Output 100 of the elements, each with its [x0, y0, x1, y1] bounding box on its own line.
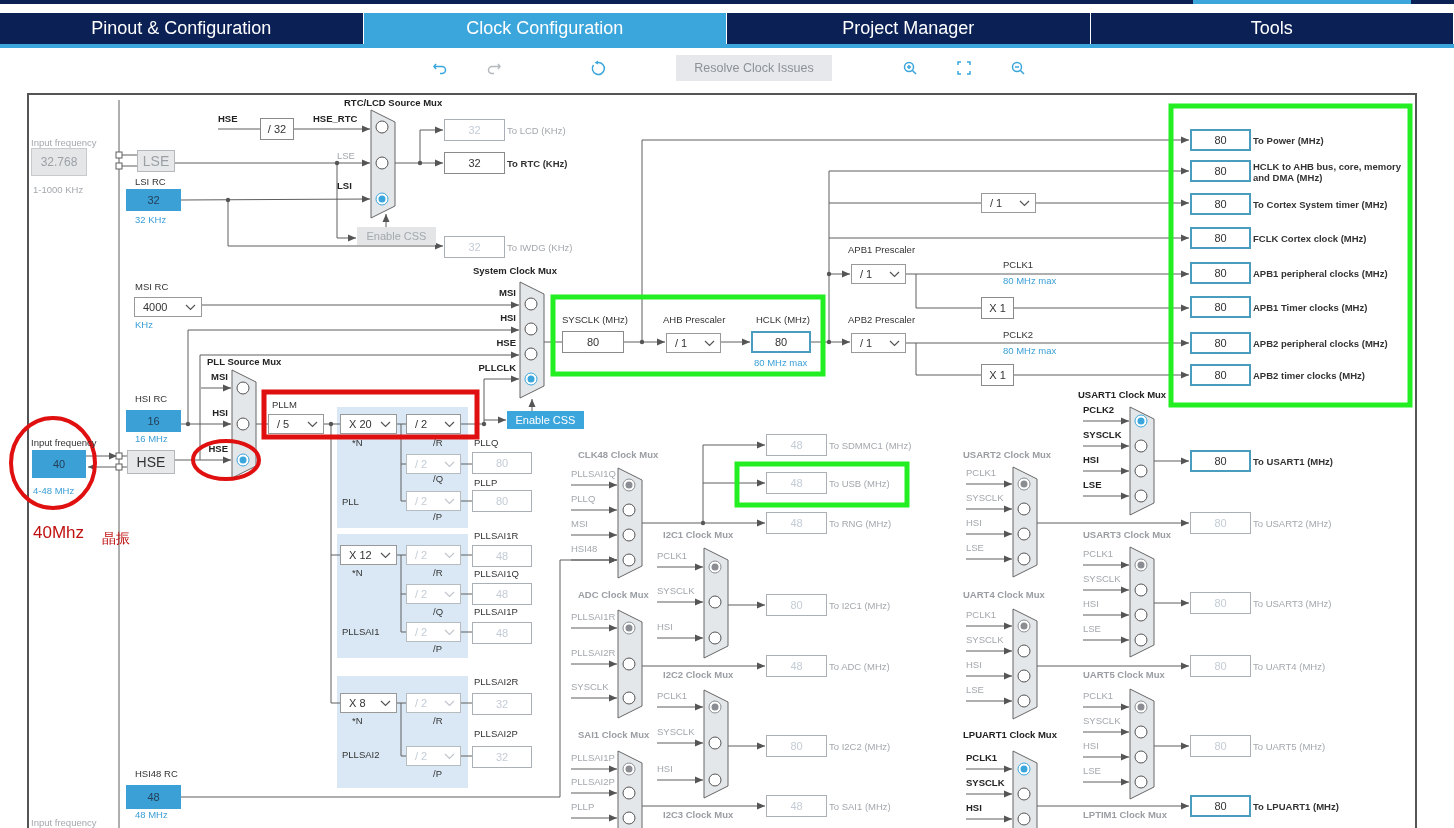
radio-button[interactable]: [708, 595, 722, 609]
caret-icon: [889, 270, 900, 278]
radio-button[interactable]: [524, 322, 538, 336]
zoom-out-icon[interactable]: [1010, 60, 1026, 76]
dropdown[interactable]: / 1: [666, 333, 721, 353]
dropdown[interactable]: X 8: [340, 693, 397, 713]
radio-button[interactable]: [1017, 477, 1031, 491]
radio-button[interactable]: [1134, 608, 1148, 622]
dropdown[interactable]: X 20: [340, 414, 397, 434]
radio-button[interactable]: [622, 811, 636, 825]
radio-button[interactable]: [1017, 552, 1031, 566]
connector-line: [217, 128, 261, 130]
radio-button[interactable]: [1134, 583, 1148, 597]
radio-button[interactable]: [1134, 414, 1148, 428]
dropdown[interactable]: / 1: [981, 193, 1036, 213]
input-field[interactable]: 32.768: [31, 148, 87, 176]
radio-button[interactable]: [1017, 812, 1031, 826]
radio-button[interactable]: [622, 762, 636, 776]
radio-button[interactable]: [622, 691, 636, 705]
radio-button[interactable]: [1017, 502, 1031, 516]
radio-button[interactable]: [524, 297, 538, 311]
radio-button[interactable]: [622, 657, 636, 671]
radio-button[interactable]: [375, 192, 389, 206]
radio-button[interactable]: [708, 736, 722, 750]
source-field[interactable]: 32: [126, 189, 181, 211]
junction-dot: [334, 160, 340, 166]
radio-button[interactable]: [375, 120, 389, 134]
input-label: PCLK1: [1083, 690, 1114, 701]
input-label: PCLK1: [966, 467, 997, 478]
connector-arrow: [570, 506, 618, 514]
radio-button[interactable]: [1134, 439, 1148, 453]
input-label: PCLK1: [657, 550, 688, 561]
input-label: MSI: [499, 287, 516, 298]
dropdown[interactable]: / 1: [851, 333, 906, 353]
radio-button[interactable]: [708, 700, 722, 714]
radio-button[interactable]: [1017, 787, 1031, 801]
mux-title: USART1 Clock Mux: [1078, 389, 1167, 400]
dropdown[interactable]: X 12: [340, 545, 397, 565]
caret-icon: [444, 460, 455, 468]
radio-button[interactable]: [1134, 700, 1148, 714]
radio-button[interactable]: [1134, 725, 1148, 739]
connector-arrow: [1082, 442, 1130, 450]
radio-button[interactable]: [1134, 633, 1148, 647]
input-label: SYSCLK: [1083, 429, 1122, 440]
radio-button[interactable]: [1134, 750, 1148, 764]
radio-button[interactable]: [1134, 558, 1148, 572]
label-text: HSE: [218, 113, 238, 124]
connector-line: [460, 554, 473, 556]
caret-icon: [307, 420, 318, 428]
output-label: To USART2 (MHz): [1253, 518, 1332, 529]
connector-arrow: [656, 776, 704, 784]
radio-button[interactable]: [524, 347, 538, 361]
radio-button[interactable]: [622, 621, 636, 635]
radio-button[interactable]: [1134, 775, 1148, 789]
dropdown[interactable]: 4000: [134, 297, 202, 317]
radio-button[interactable]: [708, 773, 722, 787]
enable-css-button[interactable]: Enable CSS: [507, 411, 584, 429]
input-label: LSE: [966, 684, 984, 695]
radio-button[interactable]: [1017, 694, 1031, 708]
connector-arrow: [1082, 753, 1130, 761]
radio-button[interactable]: [622, 553, 636, 567]
connector-arrow: [1153, 457, 1190, 465]
caret-icon: [444, 752, 455, 760]
label-text: I2C3 Clock Mux: [663, 809, 734, 820]
input-label: LSE: [1083, 479, 1102, 490]
zoom-in-icon[interactable]: [902, 60, 918, 76]
radio-button[interactable]: [236, 453, 250, 467]
radio-button[interactable]: [1017, 669, 1031, 683]
value-field: 80: [472, 490, 532, 512]
label-text: LSE: [337, 150, 355, 161]
radio-button[interactable]: [524, 372, 538, 386]
input-label: SYSCLK: [966, 492, 1004, 503]
source-field[interactable]: 48: [126, 785, 181, 809]
junction-dot: [826, 339, 832, 345]
radio-button[interactable]: [708, 560, 722, 574]
radio-button[interactable]: [375, 156, 389, 170]
radio-button[interactable]: [1017, 527, 1031, 541]
source-field[interactable]: 16: [126, 410, 181, 432]
radio-button[interactable]: [622, 503, 636, 517]
value-field: X 1: [981, 297, 1014, 319]
radio-button[interactable]: [622, 786, 636, 800]
dropdown[interactable]: / 5: [268, 414, 324, 434]
radio-button[interactable]: [236, 381, 250, 395]
label-text: PLLSAI1P: [474, 606, 518, 617]
radio-button[interactable]: [1017, 762, 1031, 776]
source-field[interactable]: 40: [32, 450, 86, 478]
radio-button[interactable]: [1134, 489, 1148, 503]
dropdown[interactable]: / 1: [851, 264, 906, 284]
radio-button[interactable]: [1017, 619, 1031, 633]
refresh-icon[interactable]: [590, 60, 606, 76]
dropdown[interactable]: / 2: [406, 414, 461, 434]
radio-button[interactable]: [622, 528, 636, 542]
radio-button[interactable]: [1017, 644, 1031, 658]
radio-button[interactable]: [622, 478, 636, 492]
radio-button[interactable]: [236, 417, 250, 431]
radio-button[interactable]: [1134, 464, 1148, 478]
radio-button[interactable]: [708, 631, 722, 645]
mux-title: ADC Clock Mux: [578, 589, 649, 600]
input-label: PLLCLK: [478, 362, 516, 373]
tab[interactable]: Clock Configuration: [363, 13, 727, 44]
